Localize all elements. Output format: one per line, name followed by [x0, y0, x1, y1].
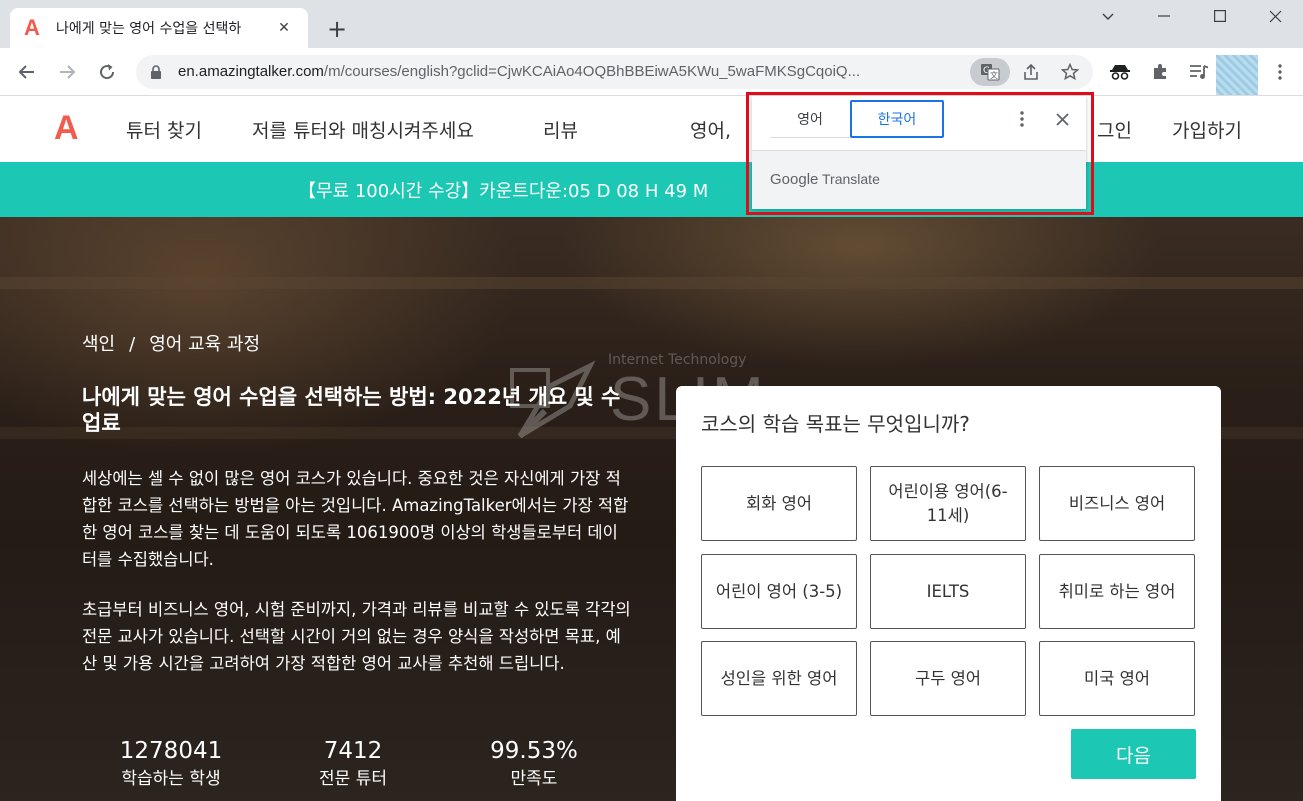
close-window-icon[interactable]: [1247, 0, 1303, 32]
minimize-icon[interactable]: [1136, 0, 1192, 32]
nav-match-tutor[interactable]: 저를 튜터와 매칭시켜주세요: [252, 116, 474, 143]
amazingtalker-logo[interactable]: A: [54, 110, 79, 146]
course-goal-card: 코스의 학습 목표는 무엇입니까? 회화 영어 어린이용 영어(6-11세) 비…: [676, 386, 1221, 801]
site-header: A 튜터 찾기 저를 튜터와 매칭시켜주세요 리뷰 영어, 그인 가입하기: [0, 96, 1303, 162]
lock-icon[interactable]: [148, 64, 164, 80]
forward-icon[interactable]: [51, 56, 83, 88]
option-oral[interactable]: 구두 영어: [870, 641, 1026, 716]
tab-title: 나에게 맞는 영어 수업을 선택하: [56, 21, 242, 37]
option-conversation[interactable]: 회화 영어: [701, 466, 857, 541]
stat-label: 학습하는 학생: [121, 769, 221, 789]
option-kids-3-5[interactable]: 어린이 영어 (3-5): [701, 554, 857, 629]
breadcrumb: 색인 / 영어 교육 과정: [82, 330, 260, 356]
promo-countdown-banner[interactable]: 【무료 100시간 수강】카운트다운:05 D 08 H 49 M: [0, 162, 1303, 217]
reload-icon[interactable]: [91, 56, 123, 88]
maximize-icon[interactable]: [1192, 0, 1248, 32]
nav-find-tutor[interactable]: 튜터 찾기: [126, 116, 202, 143]
tab-search-icon[interactable]: [1080, 0, 1136, 32]
nav-reviews[interactable]: 리뷰: [543, 116, 578, 143]
translate-page-icon[interactable]: G文: [970, 58, 1010, 86]
share-icon[interactable]: [1018, 59, 1044, 85]
media-control-icon[interactable]: [1183, 56, 1215, 88]
browser-tab-strip: A 나에게 맞는 영어 수업을 선택하 ✕ +: [0, 0, 1303, 48]
highlight-outline: [746, 92, 1094, 215]
option-adults[interactable]: 성인을 위한 영어: [701, 641, 857, 716]
next-button[interactable]: 다음: [1071, 729, 1196, 779]
nav-signup[interactable]: 가입하기: [1172, 116, 1242, 143]
course-goal-question: 코스의 학습 목표는 무엇입니까?: [701, 412, 970, 436]
stat-value: 1278041: [119, 738, 223, 764]
extensions-puzzle-icon[interactable]: [1144, 56, 1176, 88]
breadcrumb-home[interactable]: 색인: [82, 334, 115, 355]
browser-toolbar: en.amazingtalker.com/m/courses/english?g…: [0, 48, 1303, 96]
intro-paragraph: 세상에는 셀 수 없이 많은 영어 코스가 있습니다. 중요한 것은 자신에게 …: [82, 469, 629, 569]
promo-text: 【무료 100시간 수강】카운트다운:05 D 08 H 49 M: [298, 180, 709, 202]
nav-login[interactable]: 그인: [1097, 116, 1132, 143]
option-hobby[interactable]: 취미로 하는 영어: [1039, 554, 1195, 629]
url-text: en.amazingtalker.com/m/courses/english?g…: [178, 63, 861, 80]
stat-label: 전문 튜터: [319, 769, 387, 789]
option-american[interactable]: 미국 영어: [1039, 641, 1195, 716]
stat-label: 만족도: [510, 769, 558, 789]
svg-text:文: 文: [990, 70, 998, 80]
option-business[interactable]: 비즈니스 영어: [1039, 466, 1195, 541]
background-shelf: [0, 277, 1303, 289]
option-ielts[interactable]: IELTS: [870, 554, 1026, 629]
bookmark-star-icon[interactable]: [1057, 59, 1083, 85]
nav-language[interactable]: 영어,: [690, 116, 731, 143]
profile-avatar[interactable]: [1216, 55, 1258, 95]
breadcrumb-separator: /: [129, 334, 136, 355]
option-kids-6-11[interactable]: 어린이용 영어(6-11세): [870, 466, 1026, 541]
page-title: 나에게 맞는 영어 수업을 선택하는 방법: 2022년 개요 및 수업료: [82, 385, 621, 435]
browser-tab[interactable]: A 나에게 맞는 영어 수업을 선택하 ✕: [10, 8, 308, 48]
close-tab-icon[interactable]: ✕: [274, 18, 294, 38]
breadcrumb-current: 영어 교육 과정: [149, 334, 261, 355]
stat-value: 7412: [323, 738, 383, 764]
description-paragraph: 초급부터 비즈니스 영어, 시험 준비까지, 가격과 리뷰를 비교할 수 있도록…: [82, 600, 631, 673]
stat-value: 99.53%: [490, 738, 578, 764]
address-bar[interactable]: en.amazingtalker.com/m/courses/english?g…: [136, 55, 1093, 89]
stat-tutors: 7412 전문 튜터: [278, 736, 428, 792]
incognito-extension-icon[interactable]: [1104, 56, 1136, 88]
new-tab-button[interactable]: +: [322, 14, 352, 44]
amazingtalker-favicon-icon: A: [24, 15, 40, 40]
stat-students: 1278041 학습하는 학생: [96, 736, 246, 792]
chrome-menu-icon[interactable]: [1264, 56, 1296, 88]
back-icon[interactable]: [11, 56, 43, 88]
stat-satisfaction: 99.53% 만족도: [459, 736, 609, 792]
